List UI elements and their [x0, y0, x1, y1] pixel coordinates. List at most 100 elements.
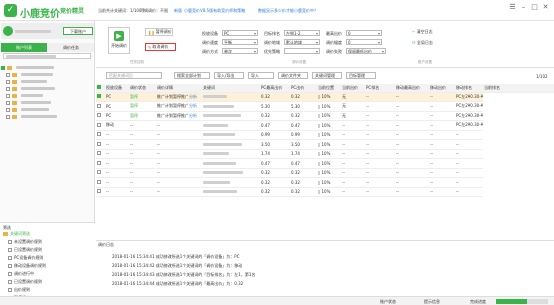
cell-analyze[interactable]: 分析 [188, 101, 202, 112]
notice-link-2[interactable]: 数据显示多少价才能小鹿竞价中？ [258, 8, 318, 14]
max-bid-input[interactable]: 0 [346, 30, 382, 36]
table-row[interactable]: -- -- -- 0.47 0.47 ▯ 10% -- -- -- -- -- [96, 158, 554, 169]
tree-item[interactable] [6, 85, 55, 92]
cell-analyze[interactable] [188, 177, 202, 188]
column-header[interactable]: PC出价 [290, 84, 317, 93]
table-row[interactable]: PC 暂停 推广计划暂停推广 分析 0.32 0.32 ▯ 10% 无 -- -- -- PC左2¥0… [96, 111, 554, 121]
filter-item[interactable]: 出价规则 [3, 287, 46, 293]
tree-item[interactable] [1, 64, 54, 71]
cell-analyze[interactable] [188, 120, 202, 131]
column-header[interactable]: 移动出价 [429, 84, 455, 93]
column-header[interactable]: 当前出价 [341, 84, 365, 93]
row-checkbox[interactable] [97, 160, 101, 165]
fail-select[interactable]: 保留最低出价 [346, 48, 386, 54]
table-row[interactable]: -- -- -- 0.99 0.99 ▯ 10% -- -- -- -- -- [96, 130, 554, 140]
cancel-bid-button[interactable]: ✎ 取消调价 [145, 43, 176, 51]
keyword-manage-select[interactable]: 关键词管理 [312, 72, 342, 79]
target-manage-select[interactable]: 目标管理 [346, 72, 376, 79]
notice-link[interactable]: 小鹿竞价V8.5版有助竞价师和策略 [184, 8, 245, 14]
bid-step-input[interactable]: 0 [346, 39, 382, 45]
pause-bid-button[interactable]: ❚❚ 暂停调价 [145, 28, 173, 36]
tab-tasks[interactable]: 调价任务 [48, 43, 94, 52]
column-header[interactable]: 调价状态 [129, 84, 156, 93]
skin-icon[interactable]: ☰ [508, 3, 517, 12]
keyword-search-input[interactable]: 匹配关键词后 [106, 72, 162, 79]
row-checkbox-cell[interactable] [96, 177, 105, 188]
filter-item[interactable]: PC设备调价规则 [3, 255, 46, 261]
clear-log-button[interactable]: ✂ 清空日志 [412, 29, 433, 35]
cell-analyze[interactable]: 分析 [188, 111, 202, 121]
table-row[interactable]: 移动----0.470.47▯ 10%--------PC左2¥0.30-¥0.… [96, 120, 554, 131]
column-header[interactable]: 调价详情 [156, 84, 188, 93]
start-bid-button[interactable]: ▶ 开始调价 [108, 27, 130, 54]
mode-select[interactable]: 单次 [222, 48, 258, 54]
row-checkbox-cell[interactable] [96, 149, 105, 159]
row-checkbox-cell[interactable] [96, 139, 105, 150]
bid-folder-select[interactable]: 调价文件夹 [278, 72, 308, 79]
tree-item[interactable] [6, 71, 53, 78]
row-checkbox[interactable] [97, 103, 101, 108]
filter-item[interactable]: 关键词筛选 [3, 231, 46, 237]
column-header[interactable]: 投放设备 [105, 84, 129, 93]
table-row[interactable]: -- -- -- 3.50 3.50 ▯ 10% -- -- -- -- -- [96, 139, 554, 150]
table-row[interactable]: PC 暂停 推广计划暂停推广 分析 5.30 5.30 ▯ 10% 无 -- -- -- PC左2¥0… [96, 101, 554, 112]
speed-select[interactable]: 平衡 [222, 39, 258, 45]
column-header[interactable]: 当前位置 [317, 84, 341, 93]
row-checkbox[interactable] [97, 122, 101, 127]
row-checkbox[interactable] [97, 132, 101, 137]
cell-analyze[interactable] [188, 139, 202, 150]
region-select[interactable]: 默认地域 [284, 39, 320, 45]
filter-item[interactable]: 调价进行中 [3, 271, 46, 277]
row-checkbox-cell[interactable] [96, 130, 105, 140]
minimize-icon[interactable]: – [519, 3, 528, 12]
priority-select[interactable] [284, 48, 320, 54]
tree-item[interactable] [6, 106, 49, 113]
column-header[interactable]: 移动最高出价 [395, 84, 429, 93]
cell-analyze[interactable]: 分析 [188, 92, 202, 102]
row-checkbox-cell[interactable] [96, 111, 105, 121]
column-header[interactable]: 关键词 [202, 84, 260, 93]
global-log-button[interactable]: ☷ 全局日志 [412, 40, 433, 46]
notice-tag[interactable]: 新版 [174, 8, 182, 14]
column-header[interactable] [188, 84, 202, 93]
plan-filter-select[interactable]: 搜索全部计划 [174, 72, 210, 79]
column-header[interactable]: 移动排名 [455, 84, 483, 93]
row-checkbox-cell[interactable] [96, 92, 105, 102]
row-checkbox-cell[interactable] [96, 168, 105, 178]
filter-item[interactable]: 移动设备调价规则 [3, 263, 46, 269]
column-header[interactable]: 当前排名 [483, 84, 554, 93]
table-row[interactable]: -- -- -- 1.74 1.74 ▯ 10% -- -- -- -- -- [96, 149, 554, 159]
tree-search-input[interactable] [3, 53, 91, 59]
table-row[interactable]: -- -- -- 0.32 0.32 ▯ 10% -- -- -- -- -- [96, 168, 554, 178]
row-checkbox[interactable] [97, 179, 101, 184]
select-all-checkbox[interactable] [97, 85, 101, 90]
import-export-select[interactable]: 导入/导出 [214, 72, 244, 79]
tab-accounts[interactable]: 账户列表 [1, 43, 47, 52]
table-row[interactable]: -- -- -- 0.32 0.32 ▯ 10% -- -- -- -- -- [96, 187, 554, 197]
row-checkbox[interactable] [97, 113, 101, 118]
column-header[interactable]: PC最高出价 [260, 84, 290, 93]
filter-item[interactable]: 已设置调价规则 [3, 247, 46, 253]
close-icon[interactable]: ✕ [541, 3, 550, 12]
row-checkbox-cell[interactable] [96, 101, 105, 112]
cell-analyze[interactable] [188, 130, 202, 140]
row-checkbox-cell[interactable] [96, 158, 105, 169]
tree-item[interactable] [6, 78, 47, 85]
cell-analyze[interactable] [188, 168, 202, 178]
row-checkbox-cell[interactable] [96, 187, 105, 197]
row-checkbox[interactable] [97, 151, 101, 156]
cell-analyze[interactable] [188, 187, 202, 197]
row-checkbox[interactable] [97, 189, 101, 194]
tree-item[interactable] [6, 99, 51, 106]
filter-item[interactable]: 已设置调价规则 [3, 279, 46, 285]
row-checkbox-cell[interactable] [96, 120, 105, 131]
target-rank-select[interactable]: 左侧1-2 [284, 30, 320, 36]
table-row[interactable]: PC 暂停 推广计划暂停推广 分析 0.32 0.32 ▯ 10% 无 -- -- -- PC左2¥0… [96, 92, 554, 102]
row-checkbox[interactable] [97, 141, 101, 146]
device-select[interactable]: PC [222, 30, 258, 36]
cell-analyze[interactable] [188, 158, 202, 169]
column-header[interactable]: PC排名 [365, 84, 395, 93]
tree-item[interactable] [6, 92, 43, 99]
filter-item[interactable]: 未设置调价规则 [3, 239, 46, 245]
header-select-all[interactable] [96, 84, 105, 93]
